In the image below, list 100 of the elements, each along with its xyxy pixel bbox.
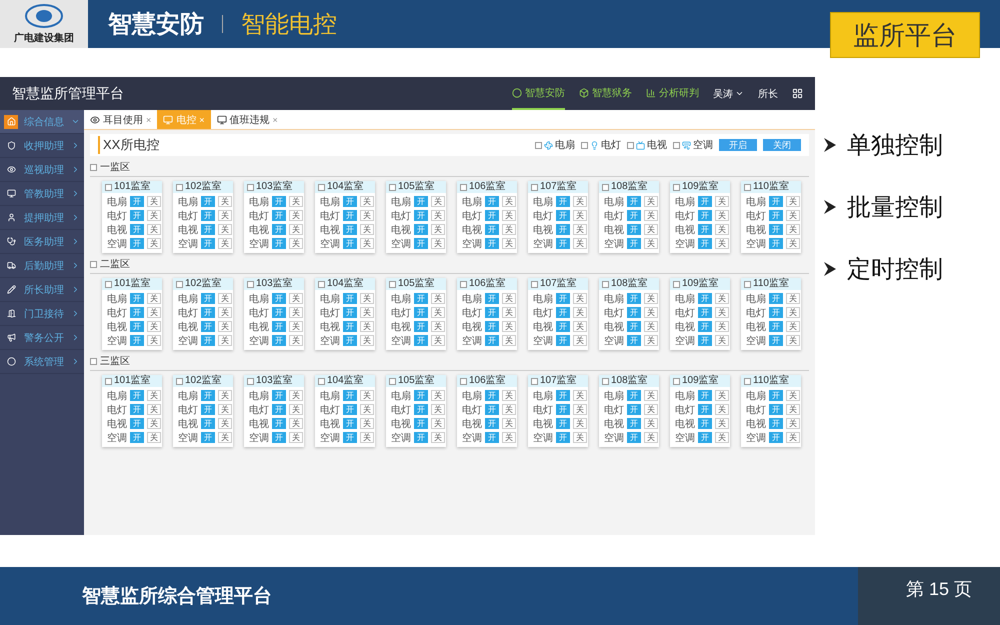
- on-toggle[interactable]: 开: [130, 335, 144, 346]
- checkbox[interactable]: [531, 378, 538, 384]
- off-toggle[interactable]: 关: [289, 293, 303, 304]
- off-toggle[interactable]: 关: [218, 210, 232, 221]
- on-toggle[interactable]: 开: [272, 321, 286, 332]
- sidebar-item[interactable]: 提押助理: [0, 206, 84, 230]
- on-toggle[interactable]: 开: [769, 196, 783, 207]
- checkbox[interactable]: [90, 164, 97, 170]
- checkbox[interactable]: [602, 378, 609, 384]
- on-toggle[interactable]: 开: [485, 404, 499, 415]
- on-toggle[interactable]: 开: [627, 321, 641, 332]
- on-toggle[interactable]: 开: [343, 238, 357, 249]
- on-toggle[interactable]: 开: [343, 293, 357, 304]
- on-toggle[interactable]: 开: [556, 418, 570, 429]
- off-toggle[interactable]: 关: [573, 238, 587, 249]
- on-toggle[interactable]: 开: [201, 224, 215, 235]
- on-toggle[interactable]: 开: [769, 224, 783, 235]
- off-toggle[interactable]: 关: [360, 307, 374, 318]
- on-toggle[interactable]: 开: [130, 321, 144, 332]
- sidebar-item[interactable]: 综合信息: [0, 110, 84, 134]
- off-toggle[interactable]: 关: [644, 293, 658, 304]
- on-toggle[interactable]: 开: [627, 418, 641, 429]
- on-toggle[interactable]: 开: [698, 390, 712, 401]
- off-toggle[interactable]: 关: [715, 196, 729, 207]
- off-toggle[interactable]: 关: [715, 210, 729, 221]
- on-toggle[interactable]: 开: [698, 418, 712, 429]
- off-toggle[interactable]: 关: [786, 293, 800, 304]
- off-toggle[interactable]: 关: [715, 390, 729, 401]
- off-toggle[interactable]: 关: [573, 307, 587, 318]
- off-toggle[interactable]: 关: [360, 238, 374, 249]
- off-toggle[interactable]: 关: [431, 321, 445, 332]
- sidebar-item[interactable]: 所长助理: [0, 278, 84, 302]
- off-toggle[interactable]: 关: [289, 238, 303, 249]
- on-toggle[interactable]: 开: [272, 293, 286, 304]
- on-toggle[interactable]: 开: [201, 335, 215, 346]
- on-toggle[interactable]: 开: [627, 335, 641, 346]
- off-toggle[interactable]: 关: [218, 404, 232, 415]
- off-toggle[interactable]: 关: [715, 224, 729, 235]
- off-toggle[interactable]: 关: [218, 307, 232, 318]
- checkbox[interactable]: [105, 184, 112, 190]
- off-toggle[interactable]: 关: [289, 210, 303, 221]
- on-toggle[interactable]: 开: [769, 307, 783, 318]
- checkbox[interactable]: [176, 184, 183, 190]
- off-toggle[interactable]: 关: [502, 224, 516, 235]
- on-toggle[interactable]: 开: [698, 404, 712, 415]
- on-toggle[interactable]: 开: [769, 210, 783, 221]
- checkbox[interactable]: [90, 358, 97, 364]
- on-toggle[interactable]: 开: [769, 321, 783, 332]
- on-toggle[interactable]: 开: [485, 335, 499, 346]
- on-toggle[interactable]: 开: [201, 238, 215, 249]
- on-toggle[interactable]: 开: [414, 321, 428, 332]
- checkbox[interactable]: [744, 378, 751, 384]
- on-toggle[interactable]: 开: [485, 390, 499, 401]
- on-toggle[interactable]: 开: [627, 404, 641, 415]
- on-toggle[interactable]: 开: [343, 196, 357, 207]
- checkbox[interactable]: [673, 142, 680, 148]
- off-toggle[interactable]: 关: [360, 335, 374, 346]
- on-toggle[interactable]: 开: [627, 390, 641, 401]
- off-toggle[interactable]: 关: [715, 418, 729, 429]
- sidebar-item[interactable]: 系统管理: [0, 350, 84, 374]
- on-toggle[interactable]: 开: [272, 418, 286, 429]
- on-toggle[interactable]: 开: [556, 210, 570, 221]
- on-toggle[interactable]: 开: [698, 321, 712, 332]
- on-toggle[interactable]: 开: [343, 307, 357, 318]
- on-toggle[interactable]: 开: [272, 404, 286, 415]
- off-toggle[interactable]: 关: [147, 293, 161, 304]
- off-toggle[interactable]: 关: [644, 196, 658, 207]
- on-toggle[interactable]: 开: [414, 390, 428, 401]
- on-toggle[interactable]: 开: [698, 293, 712, 304]
- tab[interactable]: 值班违规 ×: [210, 110, 284, 129]
- on-toggle[interactable]: 开: [414, 293, 428, 304]
- off-toggle[interactable]: 关: [289, 335, 303, 346]
- checkbox[interactable]: [531, 280, 538, 288]
- checkbox[interactable]: [389, 378, 396, 384]
- on-toggle[interactable]: 开: [556, 432, 570, 443]
- off-toggle[interactable]: 关: [218, 293, 232, 304]
- off-toggle[interactable]: 关: [218, 335, 232, 346]
- on-toggle[interactable]: 开: [343, 210, 357, 221]
- off-toggle[interactable]: 关: [786, 307, 800, 318]
- checkbox[interactable]: [105, 280, 112, 288]
- off-toggle[interactable]: 关: [502, 238, 516, 249]
- on-toggle[interactable]: 开: [769, 238, 783, 249]
- checkbox[interactable]: [460, 280, 467, 288]
- off-toggle[interactable]: 关: [147, 418, 161, 429]
- on-toggle[interactable]: 开: [769, 335, 783, 346]
- on-toggle[interactable]: 开: [485, 307, 499, 318]
- on-toggle[interactable]: 开: [130, 238, 144, 249]
- on-toggle[interactable]: 开: [556, 321, 570, 332]
- off-toggle[interactable]: 关: [573, 404, 587, 415]
- off-toggle[interactable]: 关: [715, 307, 729, 318]
- off-toggle[interactable]: 关: [502, 293, 516, 304]
- on-toggle[interactable]: 开: [414, 196, 428, 207]
- on-toggle[interactable]: 开: [414, 404, 428, 415]
- off-toggle[interactable]: 关: [644, 321, 658, 332]
- on-toggle[interactable]: 开: [201, 418, 215, 429]
- checkbox[interactable]: [460, 378, 467, 384]
- close-tab-button[interactable]: ×: [272, 114, 278, 124]
- sidebar-item[interactable]: 收押助理: [0, 134, 84, 158]
- on-toggle[interactable]: 开: [272, 224, 286, 235]
- off-toggle[interactable]: 关: [218, 238, 232, 249]
